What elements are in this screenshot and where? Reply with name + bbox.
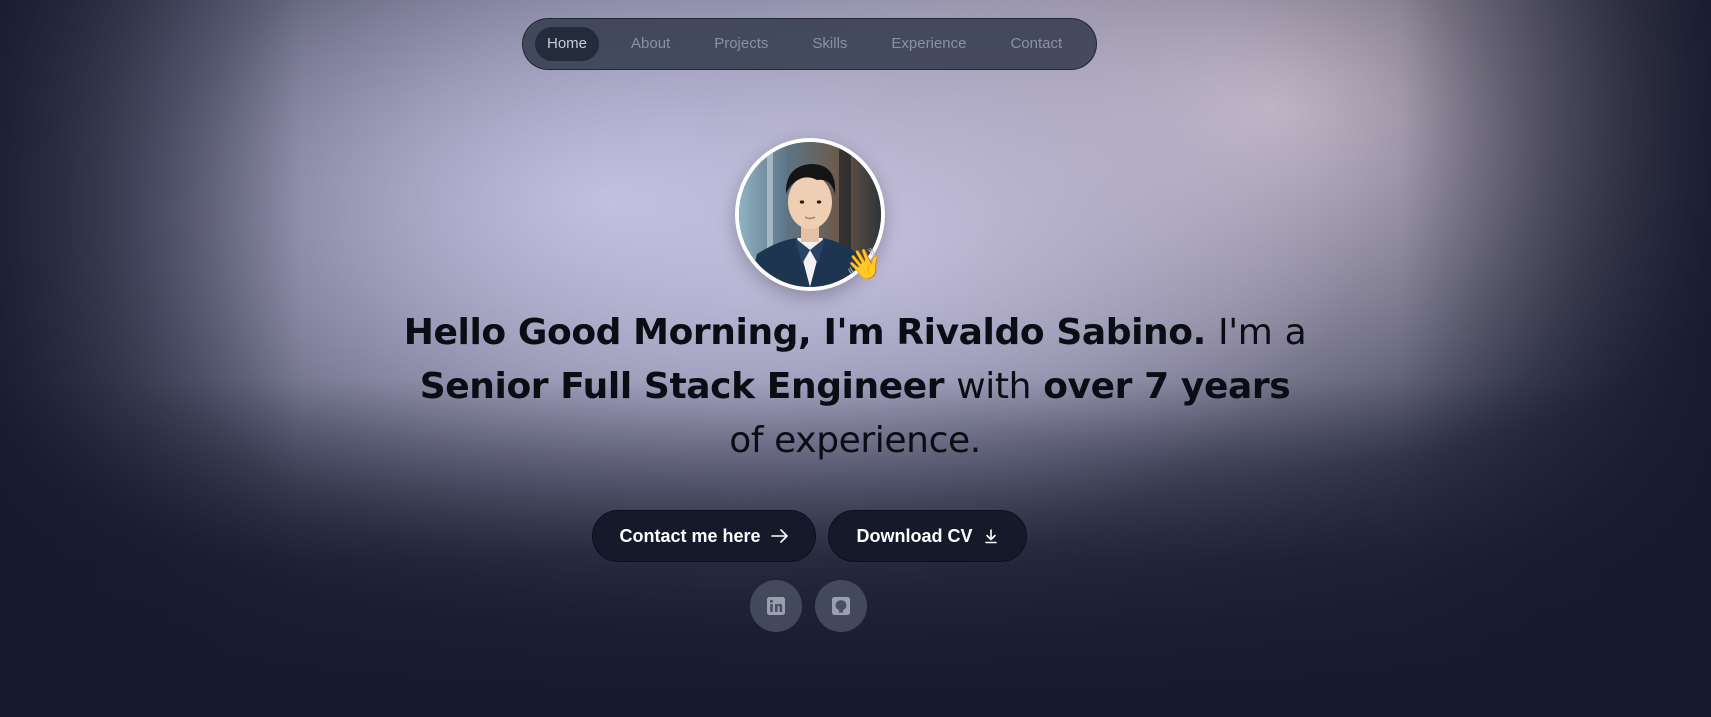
download-cv-label: Download CV <box>856 525 973 546</box>
headline-with: with <box>956 366 1032 407</box>
headline-role: Senior Full Stack Engineer <box>419 366 945 407</box>
github-link[interactable] <box>815 580 867 632</box>
top-nav: Home About Projects Skills Experience Co… <box>522 18 1097 70</box>
waving-hand-emoji: 👋 <box>845 248 883 281</box>
nav-projects[interactable]: Projects <box>702 27 780 61</box>
arrow-right-icon <box>770 529 788 543</box>
github-icon <box>832 597 850 615</box>
nav-skills[interactable]: Skills <box>800 27 859 61</box>
headline-greeting: Hello Good Morning, I'm Rivaldo Sabino. <box>403 312 1207 353</box>
nav-home[interactable]: Home <box>535 27 600 61</box>
headline-years: over 7 years <box>1043 366 1291 407</box>
nav-contact[interactable]: Contact <box>998 27 1074 61</box>
headline-rest: of experience. <box>729 420 981 461</box>
download-icon <box>984 529 997 544</box>
headline-im: I'm <box>1218 312 1273 353</box>
nav-experience[interactable]: Experience <box>879 27 978 61</box>
linkedin-link[interactable] <box>750 580 802 632</box>
profile-avatar: 👋 <box>735 138 885 291</box>
hero-headline: Hello Good Morning, I'm Rivaldo Sabino. … <box>400 306 1310 468</box>
contact-button-label: Contact me here <box>619 525 761 546</box>
download-cv-button[interactable]: Download CV <box>828 510 1027 562</box>
contact-button[interactable]: Contact me here <box>592 510 816 562</box>
linkedin-icon <box>767 597 785 615</box>
headline-a: a <box>1284 312 1307 353</box>
nav-about[interactable]: About <box>619 27 682 61</box>
